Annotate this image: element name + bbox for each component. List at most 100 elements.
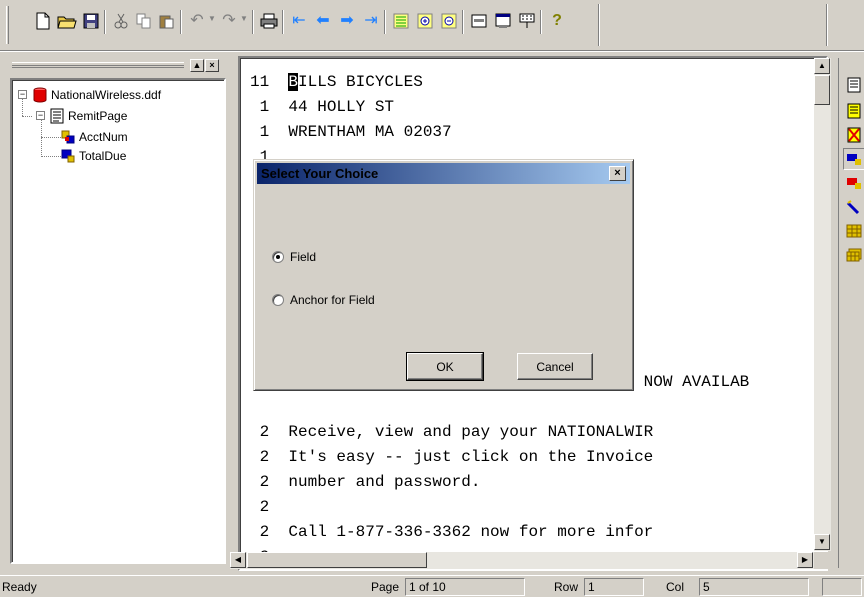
tree-panel-header: ▲ × [8,58,230,74]
horizontal-scrollbar[interactable]: ◀ ▶ [230,552,814,569]
open-folder-icon[interactable] [56,10,78,32]
line-code: 2 [250,473,289,491]
list-view-icon[interactable] [390,10,412,32]
side-toolbar [838,58,864,568]
scroll-left-button[interactable]: ◀ [230,552,246,568]
zoom-in-icon[interactable] [414,10,436,32]
page-icon[interactable] [843,74,864,96]
status-bar: Ready Page 1 of 10 Row 1 Col 5 [0,575,864,597]
line-code: 11 [250,73,289,91]
undo-icon[interactable]: ↶ [186,10,208,32]
row-label: Row [554,580,579,594]
panel-close-button[interactable]: × [205,59,219,72]
main-toolbar: ↶ ▼ ↷ ▼ ⇤ ⬅ ➡ ⇥ ? [0,0,864,52]
highlighted-page-icon[interactable] [843,100,864,122]
first-page-icon[interactable]: ⇤ [288,10,310,32]
vertical-scroll-thumb[interactable] [814,75,830,105]
window-view-icon[interactable] [492,10,514,32]
line-text: 44 HOLLY ST [288,98,395,116]
help-icon[interactable]: ? [546,10,568,32]
row-value: 1 [584,578,644,596]
tree-item-totaldue[interactable]: TotalDue [60,147,126,164]
dialog-close-button[interactable]: × [609,166,626,181]
document-line: 2 Call 1-877-336-3362 now for more infor [250,520,749,545]
radio-field-label: Field [290,250,317,264]
document-line: 1 44 HOLLY ST [250,95,749,120]
line-code: 2 [250,423,289,441]
line-text: Receive, view and pay your NATIONALWIR [288,423,654,441]
panel-minimize-button[interactable]: ▲ [190,59,204,72]
line-code: 1 [250,123,289,141]
print-icon[interactable] [258,10,280,32]
redo-icon[interactable]: ↷ [218,10,240,32]
field-view-icon[interactable] [468,10,490,32]
radio-anchor-button[interactable] [272,294,284,306]
tree-item-remitpage[interactable]: RemitPage [49,107,127,124]
document-line [250,395,749,420]
dialog-title-bar[interactable]: Select Your Choice × [257,163,630,184]
line-code: 2 [250,523,289,541]
document-line: 2 [250,495,749,520]
scroll-right-button[interactable]: ▶ [797,552,813,568]
tree-item-label: RemitPage [68,108,128,123]
copy-icon[interactable] [133,10,155,32]
cut-icon[interactable] [110,10,132,32]
cancel-button[interactable]: Cancel [517,353,593,380]
tree-item-label: NationalWireless.ddf [51,87,162,102]
next-page-icon[interactable]: ➡ [336,10,358,32]
radio-field[interactable]: Field [272,250,316,264]
zoom-out-icon[interactable] [438,10,460,32]
anchor-field-icon [60,129,76,145]
delete-page-icon[interactable] [843,124,864,146]
col-value: 5 [699,578,809,596]
new-file-icon[interactable] [32,10,54,32]
radio-field-button[interactable] [272,251,284,263]
toolbar-grip[interactable] [6,6,9,44]
panel-grip[interactable] [12,62,184,68]
line-code: 1 [250,98,289,116]
scroll-down-button[interactable]: ▼ [814,534,830,550]
page-value: 1 of 10 [405,578,525,596]
line-code: 2 [250,498,289,516]
redo-dropdown-icon[interactable]: ▼ [240,14,248,23]
undo-dropdown-icon[interactable]: ▼ [208,14,216,23]
pencil-icon[interactable] [843,196,864,218]
select-choice-dialog: Select Your Choice × Field Anchor for Fi… [253,159,634,391]
line-text: WRENTHAM MA 02037 [288,123,452,141]
add-field-icon[interactable] [843,148,864,170]
line-text: Call 1-877-336-3362 now for more infor [288,523,654,541]
tools-icon[interactable] [516,10,538,32]
ok-button[interactable]: OK [406,352,484,381]
table-icon[interactable] [843,220,864,242]
add-anchor-icon[interactable] [843,172,864,194]
dialog-title: Select Your Choice [261,166,379,181]
tree-collapse-toggle[interactable]: − [18,90,27,99]
previous-page-icon[interactable]: ⬅ [312,10,334,32]
tree-item-label: AcctNum [79,129,128,144]
vertical-scrollbar[interactable]: ▲ ▼ [814,58,831,551]
tree-collapse-toggle[interactable]: − [36,111,45,120]
tree-item-label: TotalDue [79,148,127,163]
tree-panel: ▲ × − NationalWireless.ddf − RemitPage A… [8,58,230,566]
tree-item-acctnum[interactable]: AcctNum [60,128,128,145]
col-label: Col [666,580,685,594]
save-icon[interactable] [80,10,102,32]
radio-anchor-for-field[interactable]: Anchor for Field [272,293,375,307]
scroll-up-button[interactable]: ▲ [814,58,830,74]
tree-item-root[interactable]: NationalWireless.ddf [32,86,161,103]
document-line: 2 number and password. [250,470,749,495]
last-page-icon[interactable]: ⇥ [360,10,382,32]
horizontal-scroll-thumb[interactable] [247,552,427,568]
document-line: 11 BILLS BICYCLES [250,70,749,95]
document-line: 2 It's easy -- just click on the Invoice [250,445,749,470]
page-icon [49,108,65,124]
stacked-table-icon[interactable] [843,244,864,266]
line-code: 2 [250,448,289,466]
status-indicator [822,578,862,596]
line-text: number and password. [288,473,481,491]
paste-icon[interactable] [156,10,178,32]
tree-view[interactable]: − NationalWireless.ddf − RemitPage AcctN… [10,78,226,564]
status-text: Ready [2,580,37,594]
scrollbar-corner [814,552,831,569]
